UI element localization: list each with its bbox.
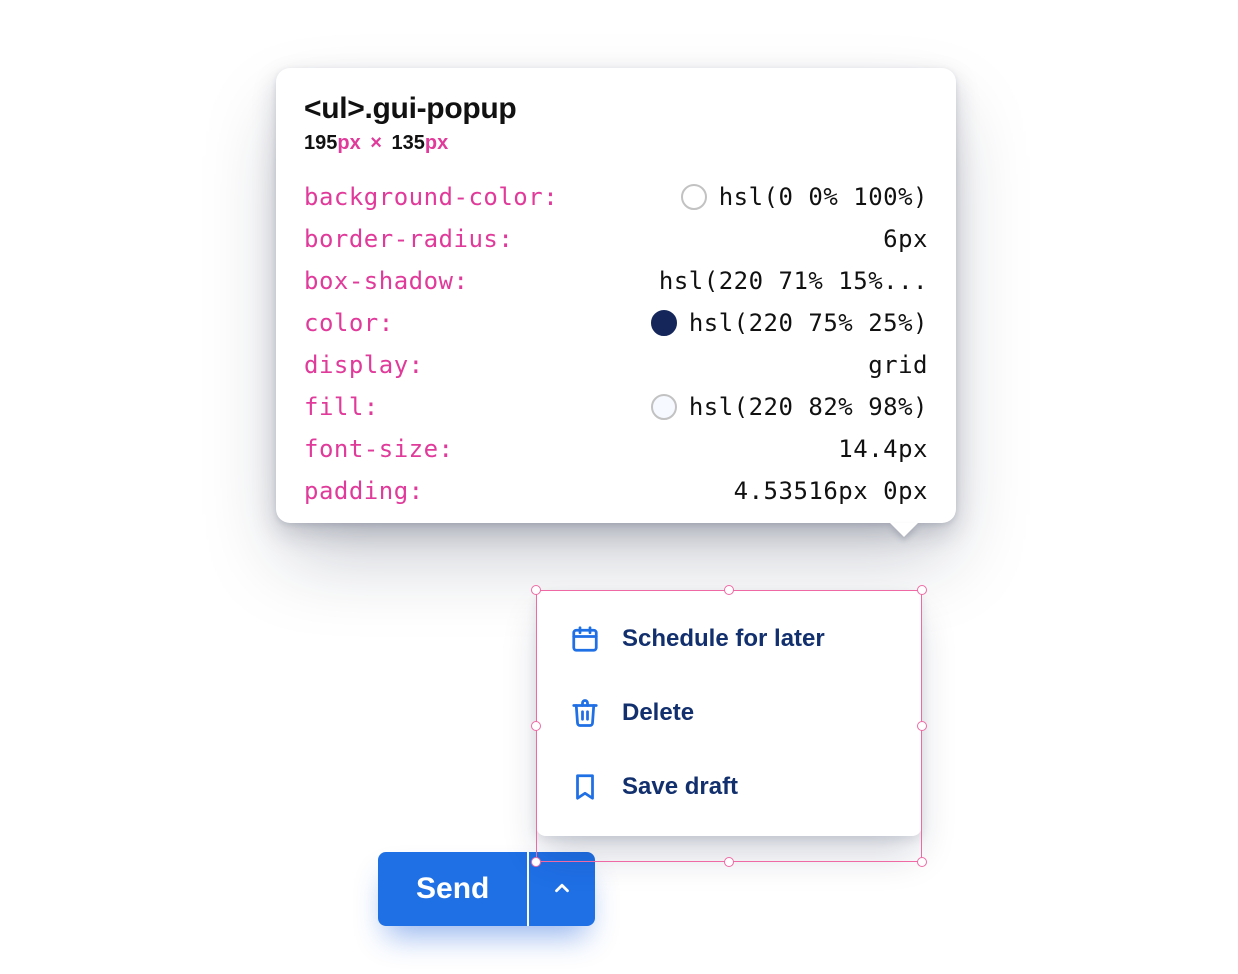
inspect-tooltip: <ul>.gui-popup 195px × 135px background-… — [276, 68, 956, 523]
prop-key: padding — [304, 477, 558, 505]
bookmark-icon — [570, 772, 600, 802]
send-split-button: Send — [378, 852, 595, 926]
prop-key: background-color — [304, 183, 558, 211]
popup-item-save-draft[interactable]: Save draft — [536, 750, 922, 824]
prop-key: fill — [304, 393, 558, 421]
px-unit: px — [337, 132, 360, 154]
prop-key: font-size — [304, 435, 558, 463]
send-button[interactable]: Send — [378, 852, 527, 926]
prop-value: grid — [868, 351, 928, 379]
inspect-selector-tag: <ul> — [304, 92, 365, 125]
color-swatch-icon — [651, 310, 677, 336]
inspect-dimensions: 195px × 135px — [304, 132, 928, 155]
trash-icon — [570, 698, 600, 728]
selection-handle-icon — [724, 857, 734, 867]
send-more-button[interactable] — [529, 852, 595, 926]
prop-value: 14.4px — [838, 435, 928, 463]
selection-handle-icon — [917, 857, 927, 867]
prop-value: hsl(0 0% 100%) — [681, 183, 928, 211]
inspect-selector-class: .gui-popup — [365, 92, 517, 125]
inspect-width: 195 — [304, 132, 337, 154]
prop-key: border-radius — [304, 225, 558, 253]
inspect-height: 135 — [392, 132, 425, 154]
color-swatch-icon — [651, 394, 677, 420]
calendar-icon — [570, 624, 600, 654]
chevron-up-icon — [551, 877, 573, 902]
dimension-separator: × — [370, 132, 382, 154]
popup-item-delete[interactable]: Delete — [536, 676, 922, 750]
prop-key: box-shadow — [304, 267, 558, 295]
prop-key: display — [304, 351, 558, 379]
popup-item-label: Delete — [622, 699, 694, 727]
prop-value: hsl(220 82% 98%) — [651, 393, 928, 421]
prop-value: 6px — [883, 225, 928, 253]
prop-value: 4.53516px 0px — [734, 477, 928, 505]
popup-item-label: Schedule for later — [622, 625, 825, 653]
prop-value: hsl(220 75% 25%) — [651, 309, 928, 337]
popup-item-schedule[interactable]: Schedule for later — [536, 602, 922, 676]
prop-value: hsl(220 71% 15%... — [659, 267, 928, 295]
inspect-props: background-color hsl(0 0% 100%) border-r… — [304, 183, 928, 505]
px-unit: px — [425, 132, 448, 154]
gui-popup: Schedule for later Delete Save draft — [536, 590, 922, 836]
color-swatch-icon — [681, 184, 707, 210]
popup-item-label: Save draft — [622, 773, 738, 801]
prop-key: color — [304, 309, 558, 337]
inspect-selector: <ul>.gui-popup — [304, 92, 928, 126]
